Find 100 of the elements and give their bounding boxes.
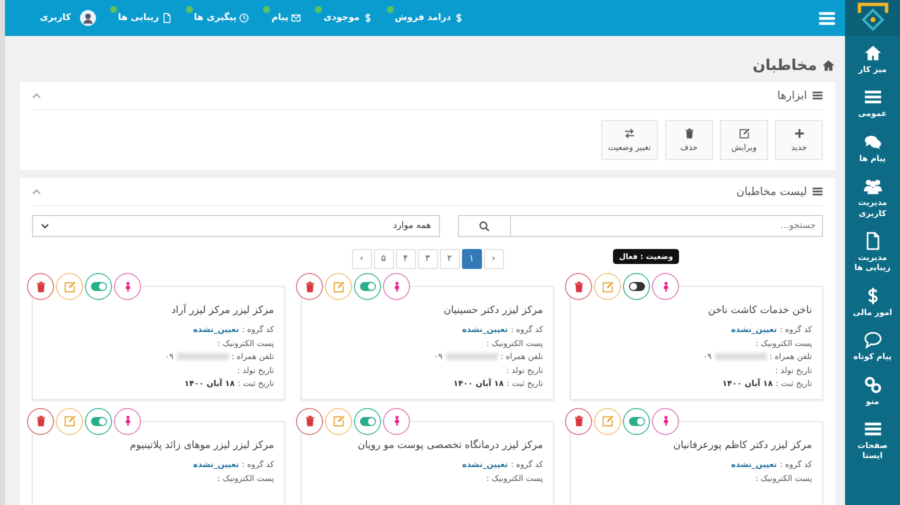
panel-title: لیست مخاطبان [736, 185, 807, 198]
toolbar-button[interactable]: تغییر وضعیت [601, 120, 658, 160]
top-nav-item[interactable]: زیبایی ها [118, 13, 172, 23]
field-label: تاریخ ثبت : [776, 378, 812, 390]
group-link[interactable]: تعیین_نشده [193, 323, 239, 337]
phone-number: ۰۹ [702, 351, 712, 364]
edit-icon [64, 415, 76, 428]
toggle-switch[interactable] [360, 282, 376, 291]
delete-button[interactable] [296, 408, 323, 435]
edit-button[interactable] [594, 408, 621, 435]
sidebar-item[interactable]: عمومی [845, 80, 900, 125]
delete-button[interactable] [27, 273, 54, 300]
collapse-icon[interactable] [32, 188, 41, 194]
top-nav-item[interactable]: موجودی [323, 13, 373, 23]
toolbar-button[interactable]: جدید [775, 120, 823, 160]
person-button[interactable] [114, 408, 141, 435]
top-nav-item[interactable]: درامد فروش [394, 13, 464, 23]
person-button[interactable] [114, 273, 141, 300]
trash-icon [572, 415, 584, 428]
toolbar-button[interactable]: حذف [665, 120, 713, 160]
status-toggle[interactable] [85, 408, 112, 435]
collapse-icon[interactable] [32, 92, 41, 98]
field-label: کد گروه : [242, 458, 274, 471]
status-toggle[interactable] [354, 273, 381, 300]
field-value: ۱۸ آبان ۱۴۰۰ [453, 378, 504, 390]
trash-icon [34, 280, 46, 292]
search-field[interactable]: جستجو... [511, 215, 823, 237]
edit-icon [602, 280, 614, 292]
trash-icon [304, 415, 316, 428]
contact-name: مرکز لیزر دکتر حسینیان [442, 304, 543, 318]
sidebar-item[interactable]: مدیریت زیبایی ها [845, 224, 900, 279]
speech-bubble-icon [864, 331, 882, 350]
top-nav-item[interactable]: کاربری [40, 10, 96, 26]
field-value: ۱۸ آبان ۱۴۰۰ [184, 378, 235, 390]
edit-button[interactable] [56, 273, 83, 300]
field-label: تلفن همراه : [232, 351, 274, 364]
person-button[interactable] [383, 273, 410, 300]
group-link[interactable]: تعیین_نشده [731, 323, 777, 337]
home-icon [864, 44, 882, 62]
next-page-button[interactable]: › [352, 249, 372, 269]
page-button[interactable]: ۴ [396, 249, 416, 269]
contact-name: ناخن خدمات کاشت ناخن [706, 304, 812, 318]
users-icon [864, 177, 882, 196]
toggle-switch[interactable] [628, 416, 644, 426]
edit-icon [602, 415, 614, 428]
person-button[interactable] [383, 408, 410, 435]
group-link[interactable]: تعیین_نشده [193, 458, 239, 472]
search-button[interactable] [458, 215, 511, 237]
delete-button[interactable] [27, 408, 54, 435]
menu-icon[interactable] [819, 12, 835, 24]
top-nav-item[interactable]: پیام [271, 13, 302, 23]
filter-dropdown[interactable]: همه موارد [32, 215, 440, 237]
group-link[interactable]: تعیین_نشده [731, 458, 777, 472]
page-button[interactable]: ۳ [418, 249, 438, 269]
phone-number: ۰۹ [164, 351, 174, 364]
field-label: تاریخ ثبت : [238, 378, 274, 390]
toggle-switch[interactable] [90, 282, 106, 291]
page-button[interactable]: ۵ [374, 249, 394, 269]
sidebar-item[interactable]: منو [845, 368, 900, 412]
scrollbar[interactable] [0, 0, 5, 505]
delete-button[interactable] [565, 273, 592, 300]
status-toggle[interactable] [85, 273, 112, 300]
sidebar-item[interactable]: صفحات ایستا [845, 412, 900, 467]
sidebar-item[interactable]: امور مالی [845, 278, 900, 324]
edit-button[interactable] [56, 408, 83, 435]
delete-button[interactable] [565, 408, 592, 435]
toolbar-button[interactable]: ویرایش [720, 120, 768, 160]
sidebar-item[interactable]: پیام ها [845, 124, 900, 170]
sidebar-item[interactable]: مدیریت کاربری [845, 169, 900, 224]
status-toggle[interactable] [623, 273, 650, 300]
toggle-switch[interactable] [90, 416, 106, 426]
toggle-switch[interactable] [360, 416, 376, 426]
toggle-switch[interactable] [628, 282, 644, 291]
group-link[interactable]: تعیین_نشده [462, 458, 508, 472]
document-icon [162, 13, 172, 23]
page-button[interactable]: ۲ [440, 249, 460, 269]
field-label: کد گروه : [510, 458, 543, 471]
home-icon [822, 58, 835, 72]
group-link[interactable]: تعیین_نشده [462, 323, 508, 337]
edit-button[interactable] [325, 408, 352, 435]
swap-arrows-icon [624, 128, 635, 139]
sidebar-item[interactable]: پیام کوتاه [845, 323, 900, 368]
trash-icon [684, 128, 694, 139]
delete-button[interactable] [296, 273, 323, 300]
edit-icon [332, 415, 344, 428]
page-button[interactable]: ۱ [462, 249, 482, 269]
field-label: پست الکترونیک : [217, 472, 274, 485]
panel-title: ابزارها [777, 89, 807, 102]
list-icon [864, 88, 882, 106]
field-label: کد گروه : [780, 324, 812, 336]
person-button[interactable] [652, 273, 679, 300]
person-button[interactable] [652, 408, 679, 435]
top-nav-item[interactable]: پیگیری ها [194, 13, 250, 23]
status-toggle[interactable] [354, 408, 381, 435]
trash-icon [572, 280, 584, 292]
field-label: تلفن همراه : [500, 351, 543, 364]
sidebar-item[interactable]: میز کار [845, 36, 900, 80]
previous-page-button[interactable]: ‹ [484, 249, 504, 269]
edit-button[interactable] [325, 273, 352, 300]
status-toggle[interactable] [623, 408, 650, 435]
